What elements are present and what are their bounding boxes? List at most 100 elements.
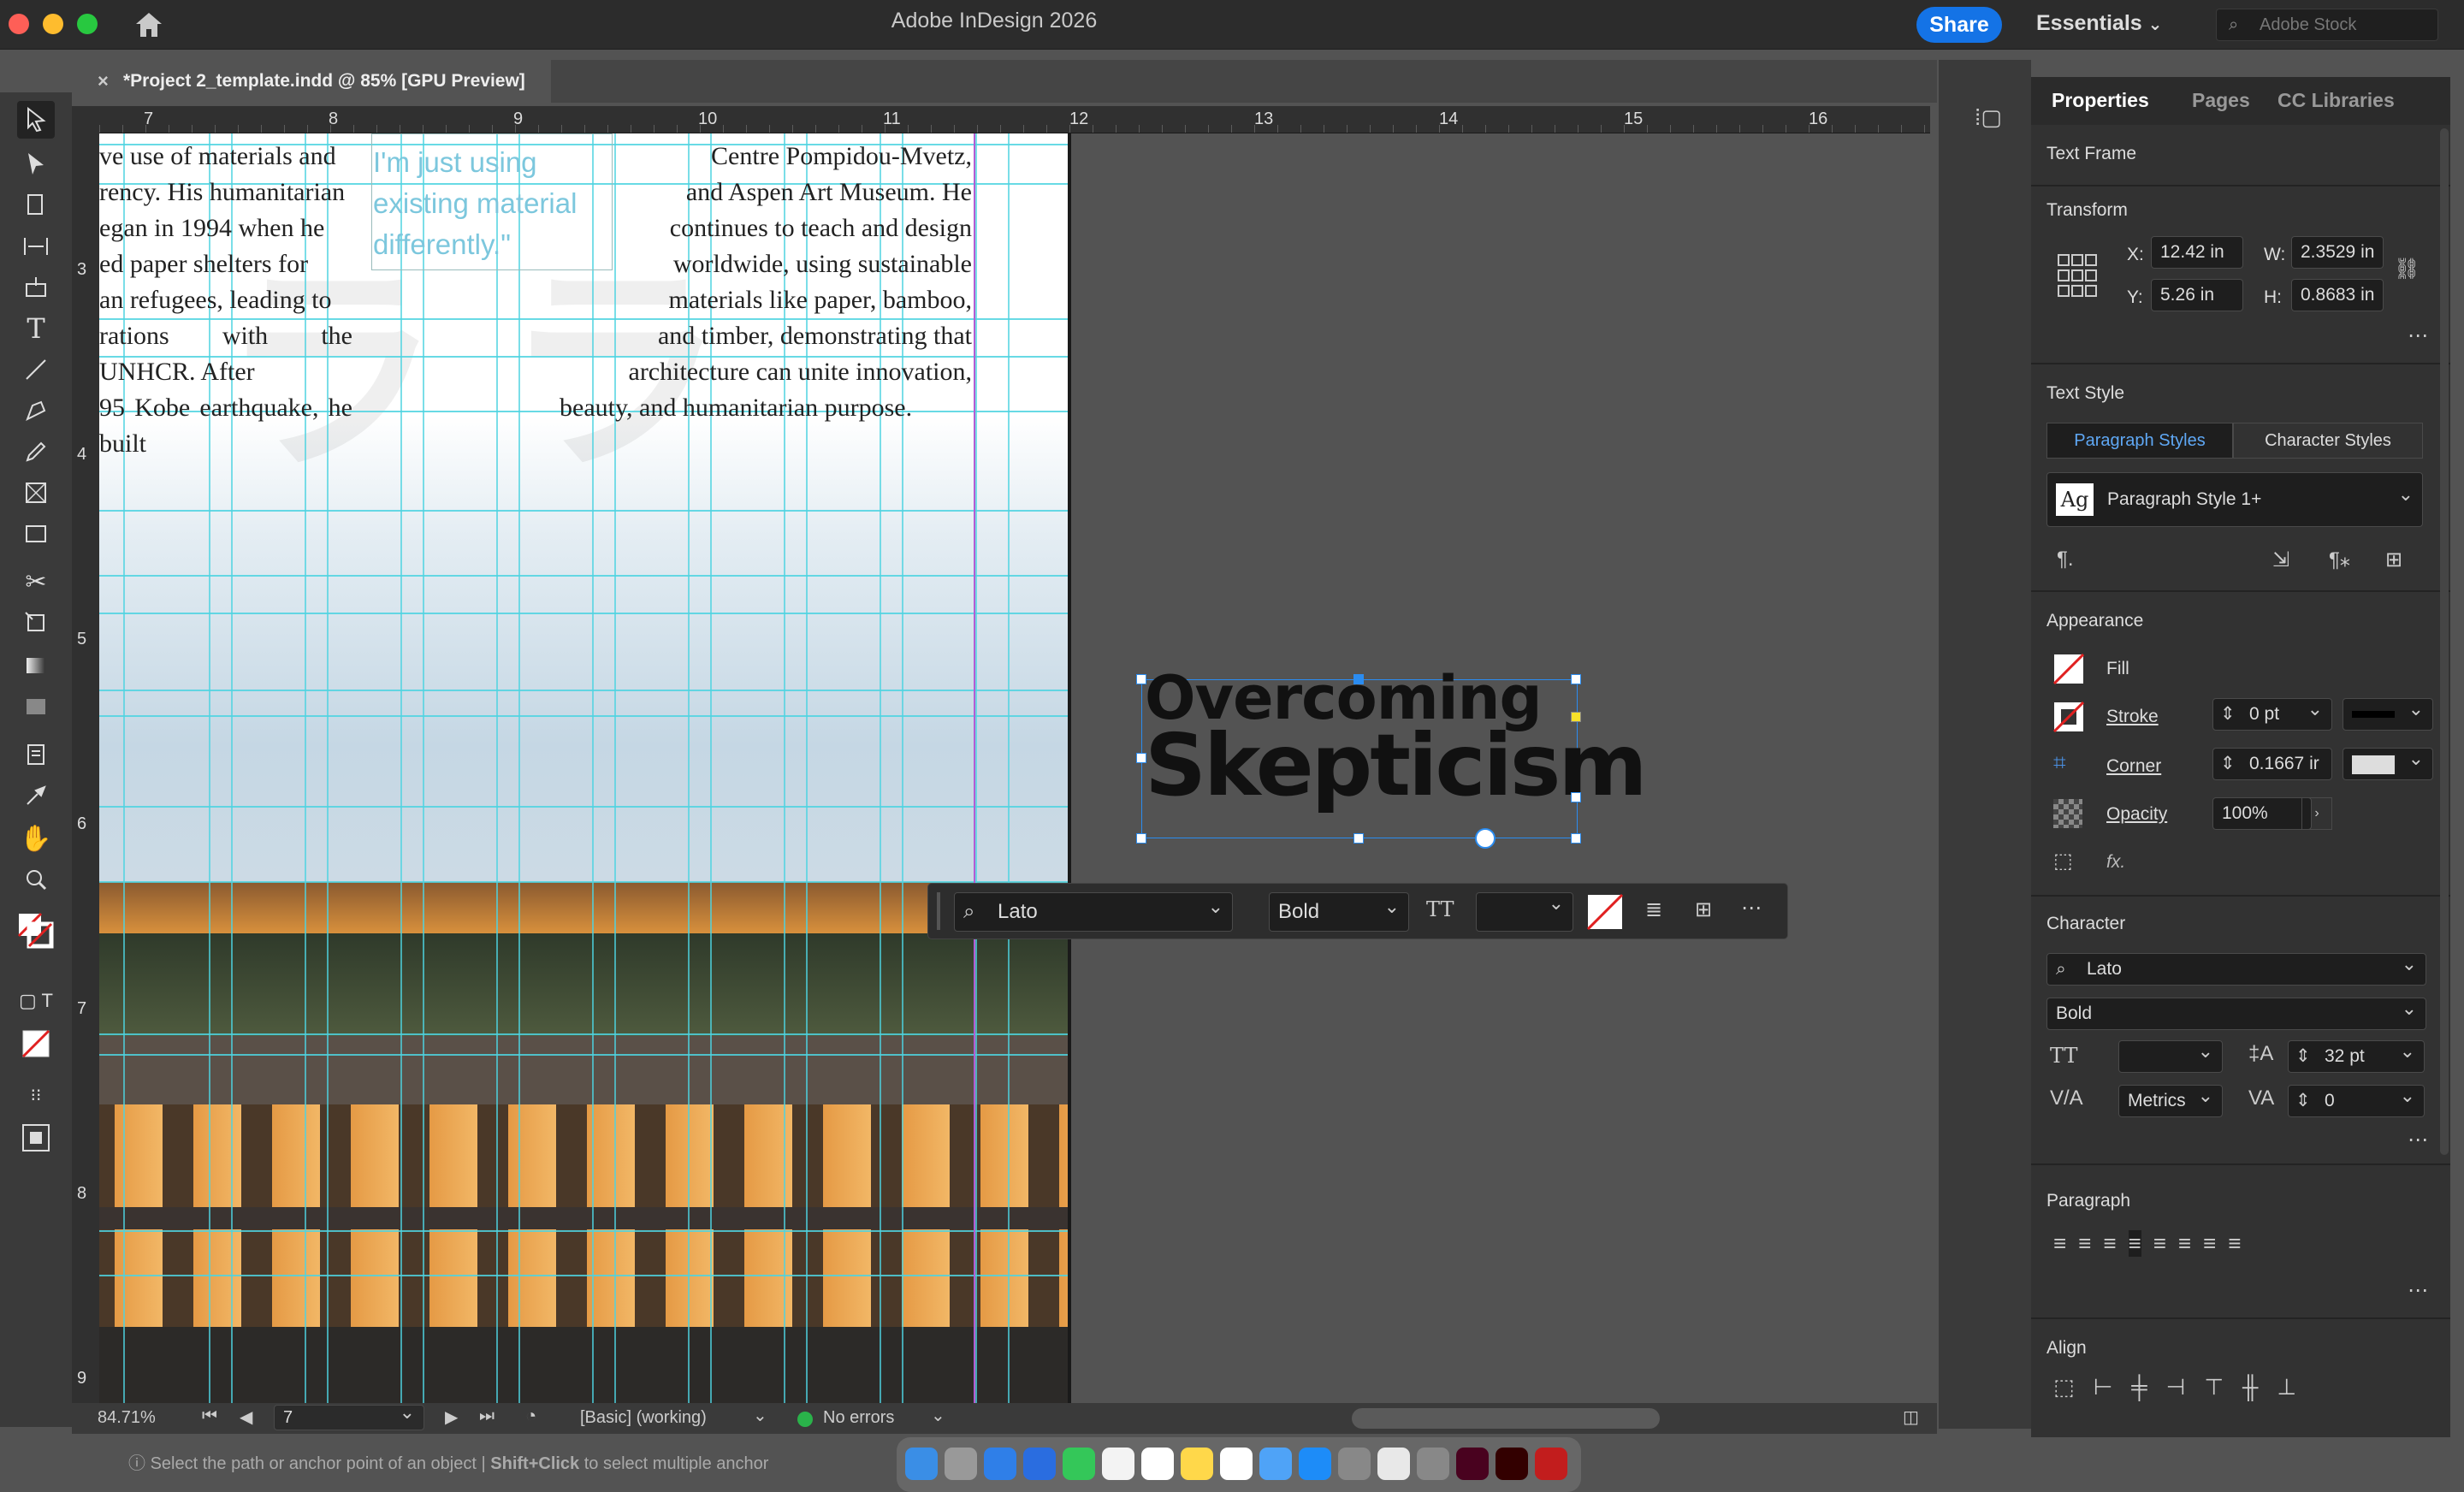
- adobe-stock-search[interactable]: ⌕ Adobe Stock: [2216, 9, 2438, 41]
- pen-tool-icon[interactable]: [17, 392, 55, 429]
- horizontal-guide[interactable]: [99, 1054, 1068, 1056]
- horizontal-guide[interactable]: [99, 806, 1068, 808]
- style-status[interactable]: [Basic] (working): [580, 1408, 707, 1428]
- close-icon[interactable]: ×: [98, 60, 109, 103]
- mail-icon[interactable]: [1023, 1448, 1056, 1480]
- align-right-icon[interactable]: ≡: [2103, 1230, 2116, 1257]
- body-text-left[interactable]: ve use of materials and rency. His human…: [99, 139, 352, 462]
- preview-icon[interactable]: [1417, 1448, 1449, 1480]
- width-field[interactable]: 2.3529 in: [2291, 236, 2384, 269]
- zoom-level[interactable]: 84.71%: [98, 1408, 156, 1428]
- text-frame-icon[interactable]: ⬚: [2053, 849, 2073, 873]
- character-style-dropdown[interactable]: Bold: [2046, 993, 2426, 1030]
- notes-icon[interactable]: [1181, 1448, 1213, 1480]
- pilcrow-icon[interactable]: ¶.: [2057, 548, 2074, 571]
- drag-handle[interactable]: [937, 892, 940, 930]
- body-text-right[interactable]: Centre Pompidou-Mvetz, and Aspen Art Mus…: [560, 139, 972, 426]
- horizontal-guide[interactable]: [99, 1033, 1068, 1035]
- messages-icon[interactable]: [1063, 1448, 1095, 1480]
- selection-handle[interactable]: [1136, 833, 1146, 844]
- previous-page-icon[interactable]: ◀: [240, 1406, 252, 1428]
- stroke-swatch-icon[interactable]: [2053, 702, 2084, 732]
- direct-selection-tool-icon[interactable]: [17, 145, 55, 183]
- horizontal-guide[interactable]: [99, 715, 1068, 717]
- view-mode-icon[interactable]: [17, 1119, 55, 1157]
- vertical-guide[interactable]: [423, 133, 424, 1406]
- horizontal-guide[interactable]: [99, 881, 1068, 883]
- stepper-icon[interactable]: ⇕: [2220, 749, 2236, 779]
- font-family-dropdown[interactable]: ⌕ Lato: [954, 888, 1233, 932]
- selection-handle[interactable]: [1136, 674, 1146, 684]
- fill-none-swatch-icon[interactable]: [1587, 894, 1623, 930]
- stepper-icon[interactable]: ⇕: [2220, 699, 2236, 730]
- align-towards-spine-icon[interactable]: ≡: [2228, 1230, 2241, 1257]
- note-tool-icon[interactable]: [17, 736, 55, 773]
- kerning-field[interactable]: Metrics: [2118, 1081, 2223, 1117]
- stepper-icon[interactable]: ⇕: [2295, 1086, 2311, 1116]
- workspace-switcher[interactable]: Essentials ⌄: [2036, 11, 2162, 36]
- sync-icon[interactable]: ◔: [525, 1405, 536, 1427]
- preflight-status[interactable]: No errors: [823, 1408, 894, 1428]
- align-justify-icon[interactable]: ≣: [1645, 897, 1662, 922]
- scissors-tool-icon[interactable]: ✂: [17, 563, 55, 601]
- launchpad-icon[interactable]: [945, 1448, 977, 1480]
- gap-tool-icon[interactable]: [17, 228, 55, 265]
- character-font-dropdown[interactable]: ⌕ Lato: [2046, 949, 2426, 986]
- indesign-icon[interactable]: [1456, 1448, 1489, 1480]
- clear-overrides-icon[interactable]: ¶⁎: [2329, 548, 2350, 572]
- freeform-icon[interactable]: [1259, 1448, 1292, 1480]
- text-wrap-handle[interactable]: [1475, 828, 1496, 849]
- first-page-icon[interactable]: ⏮: [202, 1406, 217, 1426]
- corner-icon[interactable]: ⌗: [2053, 749, 2066, 777]
- page-tool-icon[interactable]: [17, 186, 55, 224]
- more-options-icon[interactable]: ⋯: [2408, 323, 2428, 348]
- more-options-icon[interactable]: ⋯: [2408, 1128, 2428, 1152]
- effects-button[interactable]: fx.: [2106, 852, 2125, 873]
- constrain-proportions-icon[interactable]: ⛓: [2394, 257, 2420, 281]
- selection-handle[interactable]: [1571, 792, 1581, 802]
- stroke-label[interactable]: Stroke: [2106, 707, 2159, 727]
- justify-all-icon[interactable]: ≡: [2203, 1230, 2216, 1257]
- photos-icon[interactable]: [1102, 1448, 1134, 1480]
- tab-properties[interactable]: Properties: [2052, 89, 2149, 112]
- last-page-icon[interactable]: ⏭: [479, 1406, 495, 1426]
- corner-shape-dropdown[interactable]: [2343, 743, 2433, 780]
- headline-text[interactable]: Overcoming Skepticism: [1145, 668, 1648, 808]
- text-frame-options-icon[interactable]: ⊞: [1695, 897, 1712, 922]
- acrobat-icon[interactable]: [1535, 1448, 1567, 1480]
- type-tool-icon[interactable]: T: [17, 310, 55, 347]
- horizontal-guide[interactable]: [99, 510, 1068, 512]
- reference-point-icon[interactable]: [2057, 253, 2098, 298]
- horizontal-guide[interactable]: [99, 613, 1068, 614]
- selection-handle[interactable]: [1353, 674, 1364, 684]
- horizontal-guide[interactable]: [99, 575, 1068, 577]
- vertical-guide[interactable]: [1008, 133, 1010, 1406]
- content-collector-tool-icon[interactable]: [17, 269, 55, 306]
- vertical-guide[interactable]: [518, 133, 520, 1406]
- rectangle-frame-tool-icon[interactable]: [17, 474, 55, 512]
- system-settings-icon[interactable]: [1338, 1448, 1371, 1480]
- horizontal-scrollbar-thumb[interactable]: [1352, 1408, 1660, 1429]
- share-button[interactable]: Share: [1916, 7, 2002, 43]
- chevron-down-icon[interactable]: ⌄: [931, 1405, 945, 1426]
- more-options-icon[interactable]: ⋯: [1741, 896, 1762, 921]
- tab-paragraph-styles[interactable]: Paragraph Styles: [2046, 423, 2233, 459]
- corner-label[interactable]: Corner: [2106, 756, 2161, 777]
- y-field[interactable]: 5.26 in: [2151, 279, 2243, 311]
- document-tab[interactable]: × *Project 2_template.indd @ 85% [GPU Pr…: [72, 60, 551, 103]
- zoom-tool-icon[interactable]: [17, 861, 55, 898]
- corner-option-handle[interactable]: [1571, 712, 1581, 722]
- align-horizontal-centers-icon[interactable]: ╪: [2131, 1374, 2147, 1400]
- free-transform-tool-icon[interactable]: [17, 604, 55, 642]
- font-size-field[interactable]: [2118, 1036, 2223, 1073]
- split-view-icon[interactable]: ◫: [1903, 1406, 1919, 1428]
- panel-collapsed-icon[interactable]: ⁞▢: [1975, 104, 2002, 131]
- selection-handle[interactable]: [1353, 833, 1364, 844]
- justify-left-icon[interactable]: ≡: [2128, 1230, 2141, 1257]
- chrome-icon[interactable]: [1377, 1448, 1410, 1480]
- panel-scrollbar[interactable]: [2440, 128, 2449, 1155]
- new-style-icon[interactable]: ⊞: [2385, 548, 2402, 572]
- leading-field[interactable]: ⇕ 32 pt: [2288, 1036, 2425, 1073]
- tab-cc-libraries[interactable]: CC Libraries: [2277, 89, 2395, 112]
- more-options-icon[interactable]: ⋯: [2408, 1278, 2428, 1303]
